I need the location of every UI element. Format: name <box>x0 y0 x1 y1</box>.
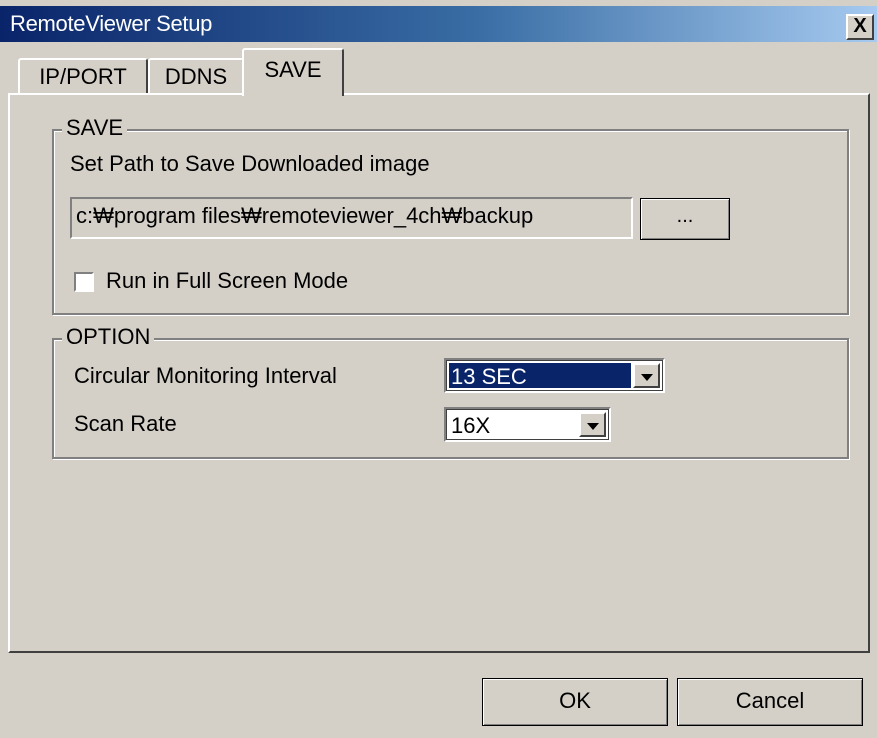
tab-ddns[interactable]: DDNS <box>148 58 244 94</box>
close-button[interactable]: X <box>846 14 874 40</box>
interval-dropdown[interactable]: 13 SEC <box>444 358 665 393</box>
option-group-legend: OPTION <box>62 325 155 349</box>
fullscreen-label[interactable]: Run in Full Screen Mode <box>106 267 348 295</box>
cancel-button[interactable]: Cancel <box>677 678 863 726</box>
setup-dialog: RemoteViewer Setup X IP/PORT DDNS SAVE S… <box>0 0 877 738</box>
save-group-legend: SAVE <box>62 116 128 140</box>
interval-label: Circular Monitoring Interval <box>74 363 337 388</box>
save-path-field[interactable]: c:₩program files₩remoteviewer_4ch₩backup <box>70 197 633 239</box>
chevron-down-icon[interactable] <box>633 363 660 388</box>
scan-rate-value: 16X <box>451 413 491 437</box>
ok-button[interactable]: OK <box>482 678 668 726</box>
browse-button[interactable]: ... <box>640 198 730 240</box>
fullscreen-checkbox[interactable] <box>74 272 94 292</box>
chevron-down-icon[interactable] <box>579 412 606 437</box>
scan-rate-label: Scan Rate <box>74 411 177 436</box>
tab-ip-port[interactable]: IP/PORT <box>18 58 148 94</box>
scan-rate-dropdown[interactable]: 16X <box>444 407 611 442</box>
tab-save[interactable]: SAVE <box>242 48 344 96</box>
title-bar[interactable]: RemoteViewer Setup X <box>0 6 877 42</box>
save-path-label: Set Path to Save Downloaded image <box>70 151 430 176</box>
close-icon: X <box>853 15 867 37</box>
window-title: RemoteViewer Setup <box>10 11 213 36</box>
interval-value: 13 SEC <box>449 363 631 388</box>
